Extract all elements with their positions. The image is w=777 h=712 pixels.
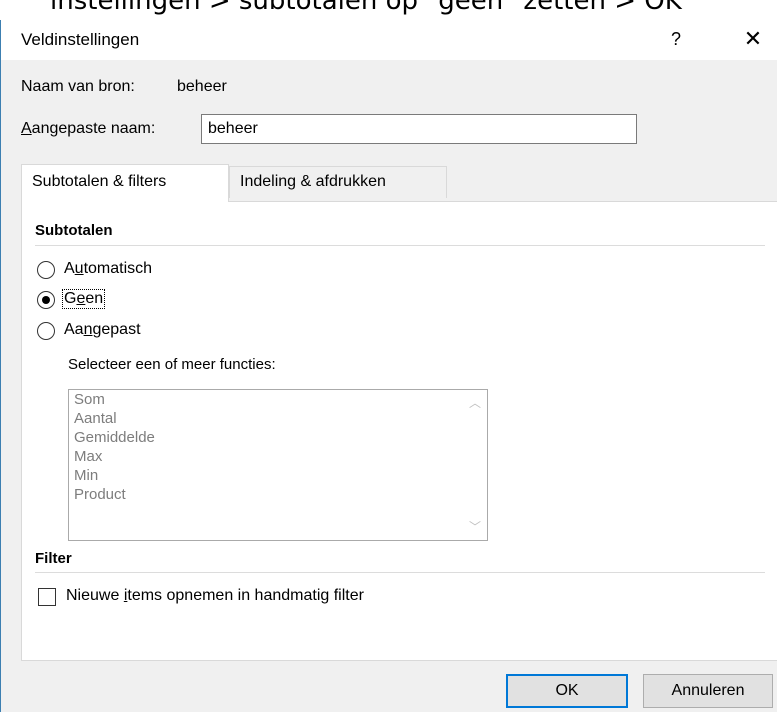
radio-selected-dot: [42, 296, 50, 304]
radio-custom-text-post: gepast: [92, 321, 141, 338]
radio-none[interactable]: [37, 291, 55, 309]
scroll-down-icon[interactable]: ﹀: [469, 518, 481, 535]
custom-name-label-text: angepaste naam:: [31, 120, 156, 137]
tab-layout-print[interactable]: Indeling & afdrukken: [229, 166, 447, 198]
custom-name-label: Aangepaste naam:: [21, 120, 155, 138]
subtotals-separator: [35, 245, 765, 246]
cancel-button[interactable]: Annuleren: [643, 674, 773, 708]
radio-automatic-accesskey: u: [74, 260, 84, 277]
radio-custom-label[interactable]: Aangepast: [64, 321, 141, 339]
radio-automatic-text-pre: A: [64, 260, 75, 277]
field-settings-dialog: Veldinstellingen ? ✕ Naam van bron: behe…: [0, 20, 777, 712]
dialog-body: Naam van bron: beheer Aangepaste naam: b…: [1, 60, 777, 712]
radio-none-label[interactable]: Geen: [62, 289, 106, 309]
radio-none-text-pre: G: [64, 290, 77, 307]
radio-none-text-post: en: [85, 290, 104, 307]
new-items-text-post: tems opnemen in handmatig filter: [127, 587, 364, 604]
scroll-up-icon[interactable]: ︿: [469, 394, 481, 411]
new-items-checkbox-label[interactable]: Nieuwe items opnemen in handmatig filter: [66, 587, 364, 605]
radio-automatic-label[interactable]: Automatisch: [64, 260, 152, 278]
radio-automatic[interactable]: [37, 261, 55, 279]
new-items-text-pre: Nieuwe: [66, 587, 124, 604]
functions-label: Selecteer een of meer functies:: [68, 356, 276, 373]
custom-name-input[interactable]: beheer: [201, 114, 637, 144]
listbox-scrollbar[interactable]: ︿ ﹀: [463, 390, 487, 540]
list-item[interactable]: Aantal: [69, 409, 487, 428]
filter-section-title: Filter: [35, 550, 72, 567]
functions-listbox[interactable]: Som Aantal Gemiddelde Max Min Product ︿ …: [68, 389, 488, 541]
source-name-value: beheer: [177, 78, 227, 95]
list-item[interactable]: Max: [69, 447, 487, 466]
tab-panel-subtotals-filters: Subtotalen Automatisch Geen Aangepast Se…: [21, 201, 777, 661]
list-item[interactable]: Som: [69, 390, 487, 409]
radio-automatic-text-post: tomatisch: [83, 260, 153, 277]
radio-custom-text-pre: Aa: [64, 321, 84, 338]
title-bar: Veldinstellingen ? ✕: [1, 20, 777, 60]
tab-subtotals-filters[interactable]: Subtotalen & filters: [21, 164, 229, 202]
subtotals-section-title: Subtotalen: [35, 222, 113, 239]
filter-separator: [35, 572, 765, 573]
radio-custom[interactable]: [37, 322, 55, 340]
custom-name-accesskey: A: [21, 120, 32, 137]
list-item[interactable]: Gemiddelde: [69, 428, 487, 447]
source-name-label: Naam van bron:: [21, 78, 135, 95]
close-button[interactable]: ✕: [736, 22, 770, 56]
list-item[interactable]: Min: [69, 466, 487, 485]
help-button[interactable]: ?: [661, 22, 691, 56]
ok-button[interactable]: OK: [506, 674, 628, 708]
new-items-checkbox[interactable]: [38, 588, 56, 606]
instruction-caption: instellingen > subtotalen op "geen" zett…: [50, 0, 682, 16]
dialog-title: Veldinstellingen: [21, 30, 140, 49]
list-item[interactable]: Product: [69, 485, 487, 504]
